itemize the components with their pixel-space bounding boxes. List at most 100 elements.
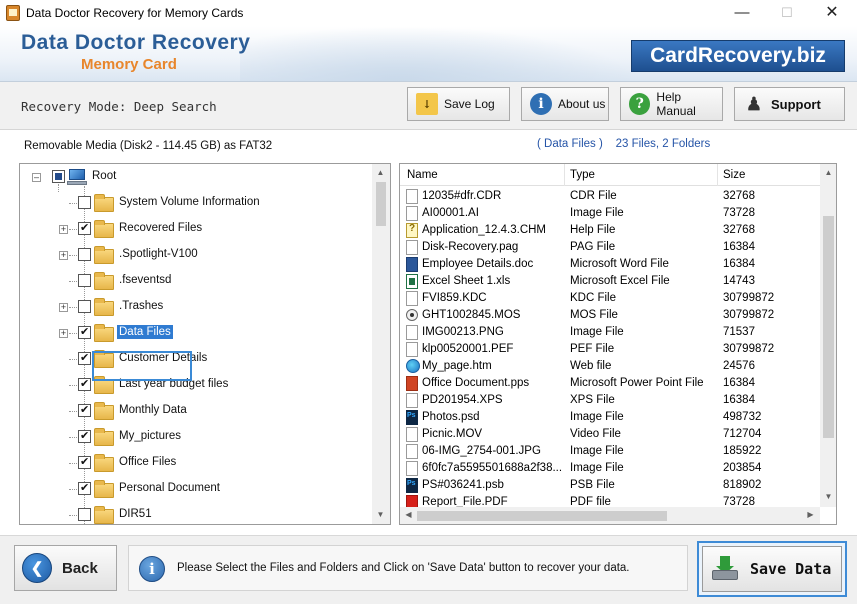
- file-list-hscroll-thumb[interactable]: [417, 511, 667, 521]
- column-header-name[interactable]: Name: [407, 169, 438, 181]
- column-header-type[interactable]: Type: [570, 169, 595, 181]
- tree-item-checkbox[interactable]: [78, 429, 91, 443]
- generic-file-icon: [406, 189, 418, 204]
- tree-item-checkbox[interactable]: [78, 300, 91, 313]
- file-row[interactable]: AI00001.AI Image File 73728: [400, 205, 820, 222]
- help-icon: ?: [629, 93, 651, 115]
- tree-item[interactable]: My_pictures: [20, 424, 370, 450]
- file-list-vscroll-thumb[interactable]: [823, 216, 834, 438]
- minimize-button[interactable]: —: [720, 2, 764, 24]
- tree-item-checkbox[interactable]: [78, 455, 91, 469]
- file-row[interactable]: Disk-Recovery.pag PAG File 16384: [400, 239, 820, 256]
- tree-item-checkbox[interactable]: [78, 221, 91, 235]
- file-type-cell: Video File: [570, 428, 621, 440]
- support-button[interactable]: ♟ Support: [734, 87, 845, 121]
- tree-item[interactable]: Last year budget files: [20, 372, 370, 398]
- file-row[interactable]: IMG00213.PNG Image File 71537: [400, 324, 820, 341]
- tree-item-checkbox[interactable]: [78, 403, 91, 417]
- file-list-hscrollbar[interactable]: ◀ ▶: [400, 507, 820, 524]
- tree-item-checkbox[interactable]: [78, 325, 91, 339]
- tree-item[interactable]: Office Files: [20, 450, 370, 476]
- root-checkbox[interactable]: [52, 170, 65, 183]
- file-type-cell: KDC File: [570, 292, 617, 304]
- file-row[interactable]: GHT1002845.MOS MOS File 30799872: [400, 307, 820, 324]
- file-row[interactable]: 12035#dfr.CDR CDR File 32768: [400, 188, 820, 205]
- file-type-cell: Help File: [570, 224, 616, 236]
- file-list-vscrollbar[interactable]: ▲ ▼: [820, 164, 836, 507]
- collapse-toggle[interactable]: –: [32, 173, 41, 182]
- expand-toggle[interactable]: +: [59, 303, 68, 312]
- scroll-down-arrow-icon[interactable]: ▼: [820, 492, 836, 501]
- file-row[interactable]: 6f0fc7a5595501688a2f38... Image File 20385…: [400, 460, 820, 477]
- tree-item[interactable]: DIR51: [20, 502, 370, 524]
- file-row[interactable]: Office Document.pps Microsoft Power Point…: [400, 375, 820, 392]
- tree-item-checkbox[interactable]: [78, 351, 91, 365]
- scroll-down-arrow-icon[interactable]: ▼: [372, 510, 389, 519]
- tree-item[interactable]: + Data Files: [20, 320, 370, 346]
- tree-item[interactable]: + .Spotlight-V100: [20, 242, 370, 268]
- file-row[interactable]: PS#036241.psb PSB File 818902: [400, 477, 820, 494]
- file-row[interactable]: Photos.psd Image File 498732: [400, 409, 820, 426]
- file-row[interactable]: 06-IMG_2754-001.JPG Image File 185922: [400, 443, 820, 460]
- file-size-cell: 818902: [723, 479, 762, 491]
- tree-item[interactable]: Monthly Data: [20, 398, 370, 424]
- tree-connector: [69, 463, 77, 464]
- tree-item-checkbox[interactable]: [78, 196, 91, 209]
- web-file-icon: [406, 359, 420, 373]
- file-type-cell: MOS File: [570, 309, 618, 321]
- file-row[interactable]: Excel Sheet 1.xls Microsoft Excel File 147…: [400, 273, 820, 290]
- tree-item[interactable]: Personal Document: [20, 476, 370, 502]
- column-header-size[interactable]: Size: [723, 169, 745, 181]
- tree-connector: [69, 489, 77, 490]
- tree-root[interactable]: – Root: [20, 164, 370, 190]
- file-name-cell: PS#036241.psb: [422, 479, 504, 491]
- scroll-right-arrow-icon[interactable]: ▶: [802, 510, 819, 519]
- file-row[interactable]: Employee Details.doc Microsoft Word File 1…: [400, 256, 820, 273]
- about-us-button[interactable]: i About us: [521, 87, 609, 121]
- generic-file-icon: [406, 342, 418, 357]
- back-button[interactable]: ❮ Back: [14, 545, 117, 591]
- tree-item[interactable]: + Recovered Files: [20, 216, 370, 242]
- file-row[interactable]: klp00520001.PEF PEF File 30799872: [400, 341, 820, 358]
- scroll-up-arrow-icon[interactable]: ▲: [372, 168, 389, 177]
- tree-item[interactable]: System Volume Information: [20, 190, 370, 216]
- tree-item-checkbox[interactable]: [78, 508, 91, 521]
- file-row[interactable]: Application_12.4.3.CHM Help File 32768: [400, 222, 820, 239]
- save-data-button[interactable]: Save Data: [702, 546, 842, 592]
- scroll-left-arrow-icon[interactable]: ◀: [400, 510, 417, 519]
- file-row[interactable]: PD201954.XPS XPS File 16384: [400, 392, 820, 409]
- help-manual-button[interactable]: ? Help Manual: [620, 87, 723, 121]
- expand-toggle[interactable]: +: [59, 251, 68, 260]
- maximize-button[interactable]: ☐: [765, 2, 809, 24]
- file-row[interactable]: FVI859.KDC KDC File 30799872: [400, 290, 820, 307]
- scroll-up-arrow-icon[interactable]: ▲: [820, 168, 836, 177]
- tree-scrollbar[interactable]: ▲ ▼: [372, 164, 390, 524]
- tree-connector: [69, 515, 77, 516]
- tree-connector: [69, 411, 77, 412]
- tree-item[interactable]: + .Trashes: [20, 294, 370, 320]
- file-row[interactable]: Picnic.MOV Video File 712704: [400, 426, 820, 443]
- tree-item-checkbox[interactable]: [78, 248, 91, 261]
- tree-item[interactable]: .fseventsd: [20, 268, 370, 294]
- website-badge: CardRecovery.biz: [631, 40, 845, 72]
- close-button[interactable]: ✕: [810, 2, 854, 24]
- file-name-cell: FVI859.KDC: [422, 292, 487, 304]
- file-size-cell: 185922: [723, 445, 762, 457]
- tree-item-checkbox[interactable]: [78, 377, 91, 391]
- file-type-cell: Image File: [570, 462, 624, 474]
- file-row[interactable]: My_page.htm Web file 24576: [400, 358, 820, 375]
- tree-item-checkbox[interactable]: [78, 274, 91, 287]
- file-type-cell: Image File: [570, 207, 624, 219]
- tree-item[interactable]: Customer Details: [20, 346, 370, 372]
- file-summary: ( Data Files ) 23 Files, 2 Folders: [537, 138, 710, 150]
- folder-icon: [94, 506, 114, 524]
- expand-toggle[interactable]: +: [59, 225, 68, 234]
- tree-item-checkbox[interactable]: [78, 481, 91, 495]
- expand-toggle[interactable]: +: [59, 329, 68, 338]
- file-size-cell: 16384: [723, 377, 755, 389]
- file-list[interactable]: Name Type Size 12035#dfr.CDR CDR File 3276…: [399, 163, 837, 525]
- folder-tree[interactable]: – Root System Volume Information + Recover…: [19, 163, 391, 525]
- save-log-button[interactable]: ↓ Save Log: [407, 87, 510, 121]
- media-info: Removable Media (Disk2 - 114.45 GB) as F…: [24, 140, 273, 152]
- tree-scroll-thumb[interactable]: [376, 182, 386, 226]
